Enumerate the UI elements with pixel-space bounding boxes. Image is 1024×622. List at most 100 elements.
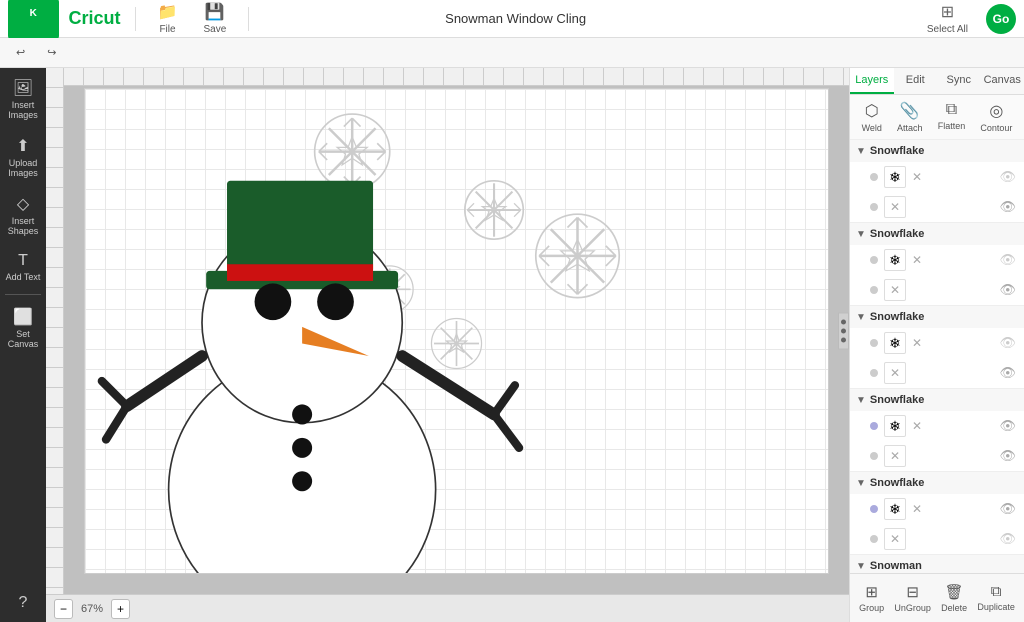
go-button[interactable]: Go bbox=[986, 4, 1016, 34]
arm-left-branch1 bbox=[106, 406, 127, 439]
canvas-area[interactable] bbox=[64, 68, 849, 594]
select-all-label: Select All bbox=[927, 24, 968, 35]
layer-item-3-1[interactable]: ❄ ✕ 👁 bbox=[850, 328, 1024, 358]
layer-x-icon-2[interactable]: ✕ bbox=[912, 253, 922, 267]
zoom-out-button[interactable]: − bbox=[54, 599, 73, 619]
layer-group-header-3[interactable]: ▼ Snowflake bbox=[850, 306, 1024, 328]
user-name: Katherine bbox=[14, 28, 53, 38]
layer-group-header-5[interactable]: ▼ Snowflake bbox=[850, 472, 1024, 494]
insert-shapes-label: Insert Shapes bbox=[2, 216, 44, 236]
tab-sync[interactable]: Sync bbox=[937, 68, 981, 94]
layer-item-2-1[interactable]: ❄ ✕ 👁 bbox=[850, 245, 1024, 275]
arm-left bbox=[127, 356, 202, 406]
layer-visibility-dot bbox=[870, 173, 878, 181]
layer-item-5-1[interactable]: ❄ ✕ 👁 bbox=[850, 494, 1024, 524]
layer-eye-icon-7[interactable]: 👁 bbox=[999, 418, 1016, 434]
duplicate-button[interactable]: ⧉ Duplicate bbox=[973, 580, 1019, 616]
set-canvas-button[interactable]: ⬜ Set Canvas bbox=[0, 301, 46, 355]
select-all-icon: ⊞ bbox=[941, 2, 954, 22]
layer-eye-icon-3[interactable]: 👁 bbox=[999, 252, 1016, 268]
drawing-canvas[interactable] bbox=[84, 88, 829, 574]
user-area[interactable]: K Katherine bbox=[8, 0, 59, 40]
group-name-5: Snowflake bbox=[870, 477, 1018, 489]
duplicate-icon: ⧉ bbox=[991, 583, 1002, 600]
layer-x-icon-3[interactable]: ✕ bbox=[912, 336, 922, 350]
shapes-icon: ◇ bbox=[17, 194, 29, 214]
layer-eye-icon-6[interactable]: 👁 bbox=[999, 365, 1016, 381]
add-text-button[interactable]: T Add Text bbox=[0, 246, 46, 288]
panel-resize-handle[interactable] bbox=[838, 313, 849, 350]
layer-eye-icon-10[interactable]: 👁 bbox=[999, 531, 1016, 547]
canvas-icon: ⬜ bbox=[13, 307, 33, 327]
logo-area: Cricut bbox=[69, 8, 121, 29]
zoom-in-button[interactable]: + bbox=[111, 599, 130, 619]
layer-eye-icon-1[interactable]: 👁 bbox=[999, 169, 1016, 185]
layer-item-2-2[interactable]: ✕ 👁 bbox=[850, 275, 1024, 305]
layer-x-icon-4[interactable]: ✕ bbox=[912, 419, 922, 433]
layer-eye-icon-2[interactable]: 👁 bbox=[999, 199, 1016, 215]
tab-canvas[interactable]: Canvas bbox=[981, 68, 1024, 94]
save-label: Save bbox=[203, 24, 226, 35]
select-all-button[interactable]: ⊞ Select All bbox=[919, 0, 976, 37]
layer-item-5-2[interactable]: ✕ 👁 bbox=[850, 524, 1024, 554]
file-button[interactable]: 📁 File bbox=[150, 0, 186, 37]
redo-button[interactable]: ↪ bbox=[39, 44, 64, 61]
button-2 bbox=[292, 438, 312, 458]
layer-group-snowman: ▼ Snowman ⛄ ✕ 👁 ⛄ 👁 bbox=[850, 555, 1024, 573]
weld-button[interactable]: ⬡ Weld bbox=[862, 101, 882, 133]
help-button[interactable]: ? bbox=[0, 588, 46, 618]
layer-x-icon[interactable]: ✕ bbox=[912, 170, 922, 184]
eye-left bbox=[255, 283, 292, 320]
undo-button[interactable]: ↩ bbox=[8, 44, 33, 61]
layer-group-header-2[interactable]: ▼ Snowflake bbox=[850, 223, 1024, 245]
layer-vis-dot-8 bbox=[870, 452, 878, 460]
layer-eye-icon-9[interactable]: 👁 bbox=[999, 501, 1016, 517]
snowman-illustration bbox=[85, 89, 828, 573]
delete-icon: 🗑 bbox=[945, 583, 964, 601]
hat-band bbox=[227, 264, 373, 281]
layer-item-3-2[interactable]: ✕ 👁 bbox=[850, 358, 1024, 388]
layer-item-4-2[interactable]: ✕ 👁 bbox=[850, 441, 1024, 471]
layer-item-1-2[interactable]: ✕ 👁 bbox=[850, 192, 1024, 222]
toolbar2: ↩ ↪ bbox=[0, 38, 1024, 68]
layer-vis-dot-10 bbox=[870, 535, 878, 543]
add-text-label: Add Text bbox=[6, 272, 41, 282]
toolbar-separator bbox=[135, 7, 136, 31]
layer-eye-icon-5[interactable]: 👁 bbox=[999, 335, 1016, 351]
text-icon: T bbox=[18, 252, 28, 270]
group-icon: ⊞ bbox=[865, 583, 878, 601]
flatten-button[interactable]: ⧉ Flatten bbox=[938, 101, 966, 133]
insert-shapes-button[interactable]: ◇ Insert Shapes bbox=[0, 188, 46, 242]
group-button[interactable]: ⊞ Group bbox=[855, 580, 888, 616]
layer-group-snowflake-5: ▼ Snowflake ❄ ✕ 👁 ✕ 👁 bbox=[850, 472, 1024, 555]
layer-thumb-x-5: ✕ bbox=[884, 528, 906, 550]
group-name-2: Snowflake bbox=[870, 228, 1018, 240]
upload-images-button[interactable]: ⬆ Upload Images bbox=[0, 130, 46, 184]
arm-right bbox=[402, 356, 494, 414]
snowflake-large-1 bbox=[315, 114, 390, 189]
file-icon: 📁 bbox=[158, 2, 178, 22]
group-arrow-3: ▼ bbox=[856, 312, 866, 323]
left-sidebar: 🖼 Insert Images ⬆ Upload Images ◇ Insert… bbox=[0, 68, 46, 622]
tab-layers[interactable]: Layers bbox=[850, 68, 894, 94]
contour-button[interactable]: ◎ Contour bbox=[980, 101, 1012, 133]
group-name-snowman: Snowman bbox=[870, 560, 1018, 572]
attach-button[interactable]: 📎 Attach bbox=[897, 101, 923, 133]
ungroup-button[interactable]: ⊟ UnGroup bbox=[890, 580, 935, 616]
layer-group-header-1[interactable]: ▼ Snowflake bbox=[850, 140, 1024, 162]
layer-eye-icon-4[interactable]: 👁 bbox=[999, 282, 1016, 298]
hat-body bbox=[227, 181, 373, 273]
layer-eye-icon-8[interactable]: 👁 bbox=[999, 448, 1016, 464]
layer-group-header-4[interactable]: ▼ Snowflake bbox=[850, 389, 1024, 411]
layer-item-4-1[interactable]: ❄ ✕ 👁 bbox=[850, 411, 1024, 441]
layer-item-1-1[interactable]: ❄ ✕ 👁 bbox=[850, 162, 1024, 192]
layer-group-header-snowman[interactable]: ▼ Snowman bbox=[850, 555, 1024, 573]
layer-x-icon-5[interactable]: ✕ bbox=[912, 502, 922, 516]
horizontal-ruler bbox=[64, 68, 849, 86]
insert-images-button[interactable]: 🖼 Insert Images bbox=[0, 72, 46, 126]
save-button[interactable]: 💾 Save bbox=[195, 0, 234, 37]
contour-label: Contour bbox=[980, 123, 1012, 133]
delete-button[interactable]: 🗑 Delete bbox=[937, 580, 971, 616]
group-name-4: Snowflake bbox=[870, 394, 1018, 406]
tab-edit[interactable]: Edit bbox=[894, 68, 938, 94]
